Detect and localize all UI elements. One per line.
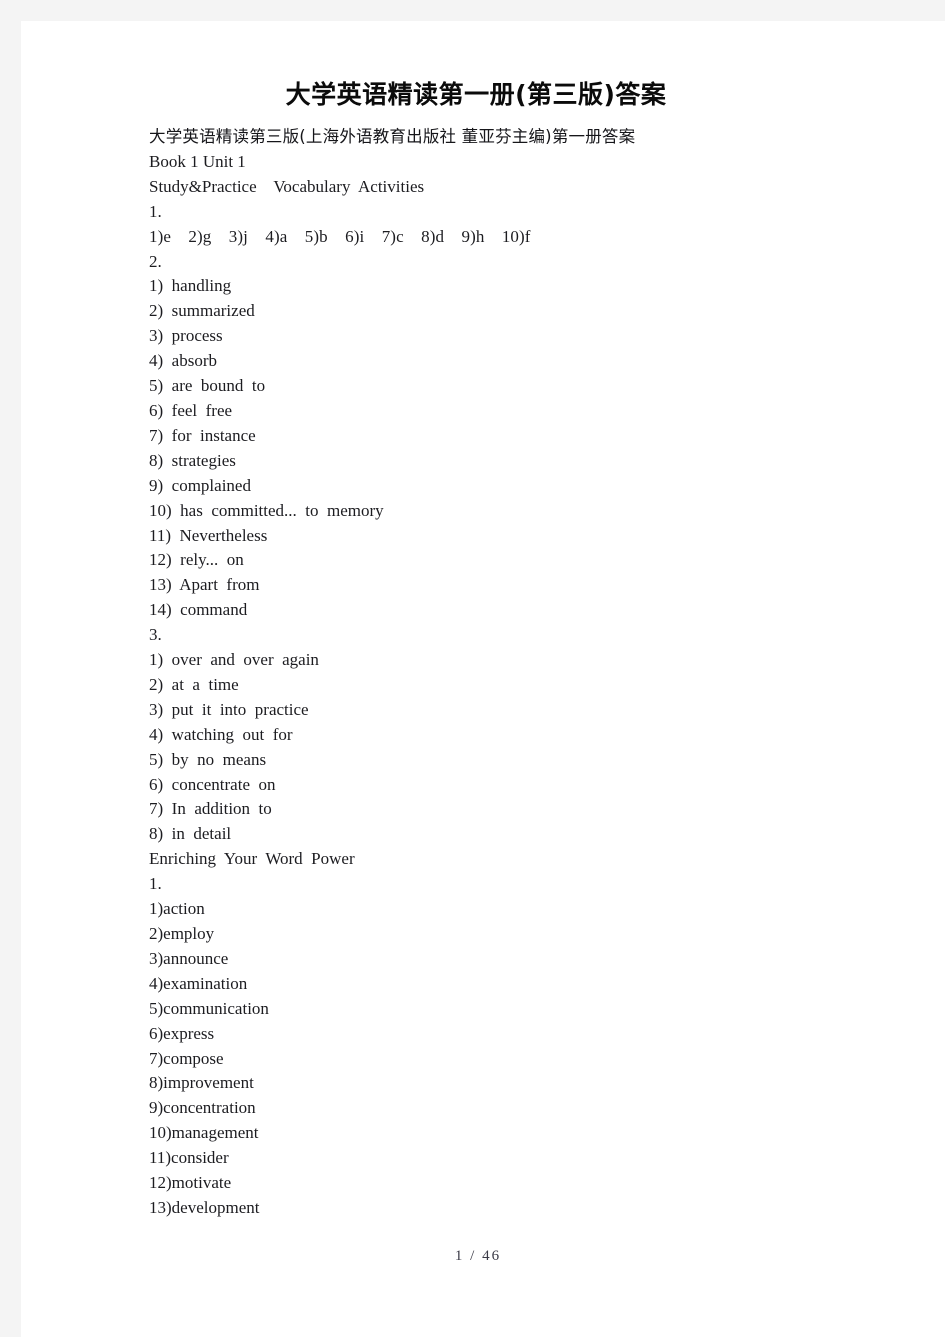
page-title: 大学英语精读第一册(第三版)答案 bbox=[285, 80, 667, 109]
list-item: 1) over and over again bbox=[149, 650, 319, 670]
list-item: 13)development bbox=[149, 1197, 260, 1217]
document-body: 大学英语精读第三版(上海外语教育出版社 董亚芬主编)第一册答案 Book 1 U… bbox=[149, 125, 909, 1221]
list-item: 8) strategies bbox=[149, 450, 236, 470]
list-item: 5)communication bbox=[149, 998, 269, 1018]
list-marker-1-enriching: 1. bbox=[149, 874, 162, 894]
list-item: 12) rely... on bbox=[149, 550, 244, 570]
book-unit-heading: Book 1 Unit 1 bbox=[149, 151, 246, 171]
list-item: 9)concentration bbox=[149, 1098, 256, 1118]
page-gutter-top bbox=[0, 0, 945, 21]
list-item: 5) are bound to bbox=[149, 376, 266, 396]
list-item: 14) command bbox=[149, 600, 248, 620]
list-marker-1: 1. bbox=[149, 201, 162, 221]
list-item: 7) for instance bbox=[149, 425, 256, 445]
list-item: 1)action bbox=[149, 899, 205, 919]
list-item: 8) in detail bbox=[149, 824, 232, 844]
page-gutter-left bbox=[0, 0, 21, 1337]
list-item: 3) put it into practice bbox=[149, 699, 309, 719]
list-item: 5) by no means bbox=[149, 749, 267, 769]
document-subtitle: 大学英语精读第三版(上海外语教育出版社 董亚芬主编)第一册答案 bbox=[149, 127, 636, 146]
list-item: 6)express bbox=[149, 1023, 215, 1043]
list-marker-3: 3. bbox=[149, 625, 162, 645]
list-item: 12)motivate bbox=[149, 1173, 232, 1193]
list-item: 13) Apart from bbox=[149, 575, 260, 595]
list-item: 4) watching out for bbox=[149, 724, 293, 744]
list-item: 4)examination bbox=[149, 973, 248, 993]
section-heading-enriching-word-power: Enriching Your Word Power bbox=[149, 849, 355, 869]
list-item: 7)compose bbox=[149, 1048, 224, 1068]
list-marker-2: 2. bbox=[149, 251, 162, 271]
list-item: 8)improvement bbox=[149, 1073, 254, 1093]
list-item: 11)consider bbox=[149, 1148, 229, 1168]
list-item: 3)announce bbox=[149, 948, 229, 968]
list-item: 2)employ bbox=[149, 924, 215, 943]
matching-answers-row: 1)e 2)g 3)j 4)a 5)b 6)i 7)c 8)d 9)h 10)f bbox=[149, 226, 531, 246]
list-item: 10) has committed... to memory bbox=[149, 500, 384, 520]
list-item: 6) concentrate on bbox=[149, 774, 276, 794]
list-item: 9) complained bbox=[149, 475, 251, 495]
list-item: 2) summarized bbox=[149, 301, 255, 321]
list-item: 10)management bbox=[149, 1123, 259, 1143]
list-item: 11) Nevertheless bbox=[149, 525, 268, 545]
list-item: 1) handling bbox=[149, 276, 232, 296]
list-item: 4) absorb bbox=[149, 351, 217, 371]
list-item: 3) process bbox=[149, 326, 223, 346]
list-item: 7) In addition to bbox=[149, 799, 272, 819]
list-item: 2) at a time bbox=[149, 674, 239, 694]
section-heading-study-practice: Study&Practice Vocabulary Activities bbox=[149, 176, 425, 196]
list-item: 6) feel free bbox=[149, 400, 233, 420]
page-number-footer: 1 / 46 bbox=[454, 1248, 502, 1264]
document-page: 大学英语精读第一册(第三版)答案 大学英语精读第三版(上海外语教育出版社 董亚芬… bbox=[21, 21, 945, 1337]
